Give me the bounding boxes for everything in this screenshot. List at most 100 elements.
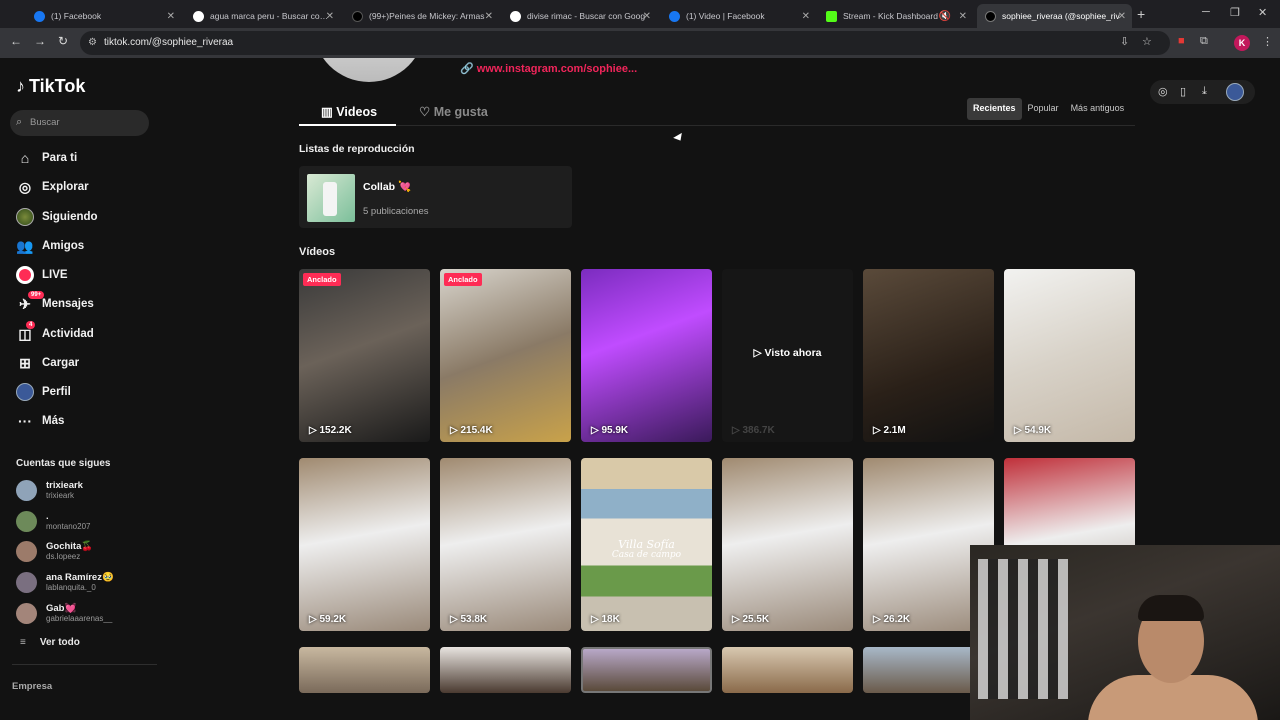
forward-icon[interactable]: → (34, 34, 46, 48)
browser-profile-avatar[interactable]: K (1234, 35, 1250, 51)
close-icon[interactable]: ✕ (167, 11, 175, 22)
close-icon[interactable]: ✕ (802, 11, 810, 22)
more-icon: ··· (18, 413, 32, 429)
active-tab-indicator (299, 124, 396, 126)
search-input[interactable]: ⌕ Buscar (10, 110, 149, 136)
sidebar-divider (12, 664, 157, 665)
tab-label: Me gusta (433, 105, 488, 119)
nav-item-explorar[interactable]: ◎ Explorar (16, 176, 89, 198)
install-app-icon[interactable]: ⇩ (1120, 35, 1129, 48)
close-icon[interactable]: ✕ (485, 11, 493, 22)
new-tab-icon[interactable]: + (1137, 6, 1145, 22)
video-card[interactable]: Villa Sofía Casa de campo ▷ 18K (581, 458, 712, 631)
back-icon[interactable]: ← (10, 34, 22, 48)
browser-toolbar: ← → ↻ ⚙ tiktok.com/@sophiee_riveraa ⇩ ☆ … (0, 28, 1280, 58)
browser-tab-label: (99+)Peines de Mickey: Armas (369, 11, 485, 21)
address-bar[interactable]: ⚙ tiktok.com/@sophiee_riveraa (80, 31, 1170, 55)
instagram-link[interactable]: 🔗 www.instagram.com/sophiee... (460, 62, 637, 75)
mute-icon[interactable]: 🔇 (939, 11, 951, 22)
sidebar: ♪ TikTok ⌕ Buscar ⌂ Para ti ◎ Explorar S… (0, 58, 160, 720)
profile-avatar (313, 58, 425, 82)
close-icon[interactable]: ✕ (643, 11, 651, 22)
view-count: ▷ 59.2K (309, 614, 347, 625)
tab-videos[interactable]: ▥ Videos (321, 104, 377, 119)
video-card-watched[interactable]: ▷ Visto ahora ▷ 386.7K (722, 269, 853, 442)
site-info-icon[interactable]: ⚙ (88, 37, 97, 48)
extensions-puzzle-icon[interactable]: ⧉ (1200, 35, 1208, 48)
nav-item-live[interactable]: LIVE (16, 264, 68, 286)
browser-tab[interactable]: (99+)Peines de Mickey: Armas ✕ (344, 4, 499, 28)
footer-empresa[interactable]: Empresa (12, 681, 52, 692)
video-card[interactable]: ▷ 54.9K (1004, 269, 1135, 442)
nav-item-siguiendo[interactable]: Siguiendo (16, 206, 98, 228)
video-card[interactable] (722, 647, 853, 693)
user-avatar-icon[interactable] (1226, 83, 1244, 101)
sort-recientes[interactable]: Recientes (967, 98, 1022, 120)
logo-text: TikTok (29, 76, 86, 96)
video-card[interactable] (440, 647, 571, 693)
playlist-card[interactable]: Collab 💘 5 publicaciones (299, 166, 572, 228)
browser-tab-active[interactable]: sophiee_riveraa (@sophiee_riv ✕ (977, 4, 1132, 28)
download-icon[interactable]: ⤓ (1202, 85, 1207, 98)
following-account[interactable]: Gab💓 gabrielaaarenas__ (16, 601, 156, 627)
play-icon: ▷ (309, 614, 320, 625)
sort-mas-antiguos[interactable]: Más antiguos (1065, 98, 1131, 120)
close-icon[interactable]: ✕ (959, 11, 967, 22)
activity-badge: 4 (26, 321, 36, 329)
nav-item-mensajes[interactable]: ✈ 99+ Mensajes (16, 291, 94, 315)
video-card[interactable]: ▷ 2.1M (863, 269, 994, 442)
window-close-icon[interactable]: ✕ (1258, 6, 1267, 19)
webcam-overlay (970, 545, 1280, 720)
browser-tab-label: agua marca peru - Buscar con G (210, 11, 330, 21)
nav-item-actividad[interactable]: ◫ 4 Actividad (16, 321, 94, 345)
search-placeholder: Buscar (30, 117, 60, 128)
video-card[interactable]: ▷ 25.5K (722, 458, 853, 631)
kick-icon (826, 10, 837, 22)
top-right-toolbar: ◎ ▯ ⤓ (1150, 80, 1255, 104)
view-count: ▷ 215.4K (450, 425, 493, 436)
video-card[interactable]: ▷ 59.2K (299, 458, 430, 631)
video-card[interactable]: ▷ 95.9K (581, 269, 712, 442)
browser-tab[interactable]: (1) Video | Facebook ✕ (661, 4, 816, 28)
video-card[interactable]: ▷ 53.8K (440, 458, 571, 631)
bookmark-star-icon[interactable]: ☆ (1142, 35, 1152, 48)
compass-icon[interactable]: ◎ (1158, 85, 1168, 98)
playlist-name: Collab 💘 (363, 181, 412, 193)
video-card[interactable]: Anclado ▷ 215.4K (440, 269, 571, 442)
list-icon: ≡ (20, 637, 26, 648)
nav-item-amigos[interactable]: 👥 Amigos (16, 235, 84, 257)
sort-popular[interactable]: Popular (1022, 98, 1065, 120)
heart-outline-icon: ♡ (419, 105, 434, 119)
nav-item-perfil[interactable]: Perfil (16, 381, 71, 403)
browser-tab[interactable]: divise rimac - Buscar con Goog ✕ (502, 4, 657, 28)
see-all-link[interactable]: ≡ Ver todo (20, 637, 80, 648)
following-account[interactable]: trixieark trixieark (16, 478, 156, 504)
reload-icon[interactable]: ↻ (58, 34, 68, 48)
following-account[interactable]: Gochita🍒 ds.lopeez (16, 539, 156, 565)
tiktok-icon (985, 10, 996, 22)
phone-icon[interactable]: ▯ (1180, 85, 1186, 98)
account-name: trixieark (46, 480, 83, 491)
nav-item-mas[interactable]: ··· Más (16, 410, 64, 432)
link-icon: 🔗 (460, 63, 477, 75)
extension-icon[interactable]: ■ (1178, 35, 1185, 47)
maximize-icon[interactable]: ❐ (1230, 6, 1240, 19)
video-card[interactable] (299, 647, 430, 693)
video-card[interactable] (581, 647, 712, 693)
close-icon[interactable]: ✕ (1118, 11, 1126, 22)
browser-tab[interactable]: Stream - Kick Dashboard 🔇 ✕ (818, 4, 973, 28)
following-account[interactable]: ana Ramírez🥹 lablanquita._0 (16, 570, 156, 596)
nav-item-para-ti[interactable]: ⌂ Para ti (16, 147, 77, 169)
account-name: . (46, 511, 49, 522)
following-account[interactable]: . montano207 (16, 509, 156, 535)
nav-item-cargar[interactable]: ⊞ Cargar (16, 352, 79, 374)
play-icon: ▷ (591, 614, 602, 625)
video-card[interactable]: Anclado ▷ 152.2K (299, 269, 430, 442)
browser-tab[interactable]: (1) Facebook ✕ (26, 4, 181, 28)
browser-tab[interactable]: agua marca peru - Buscar con G ✕ (185, 4, 340, 28)
close-icon[interactable]: ✕ (326, 11, 334, 22)
minimize-icon[interactable]: ─ (1202, 6, 1210, 18)
tab-likes[interactable]: ♡ Me gusta (419, 104, 488, 119)
browser-menu-icon[interactable]: ⋮ (1262, 35, 1273, 48)
tiktok-logo[interactable]: ♪ TikTok (16, 76, 85, 97)
